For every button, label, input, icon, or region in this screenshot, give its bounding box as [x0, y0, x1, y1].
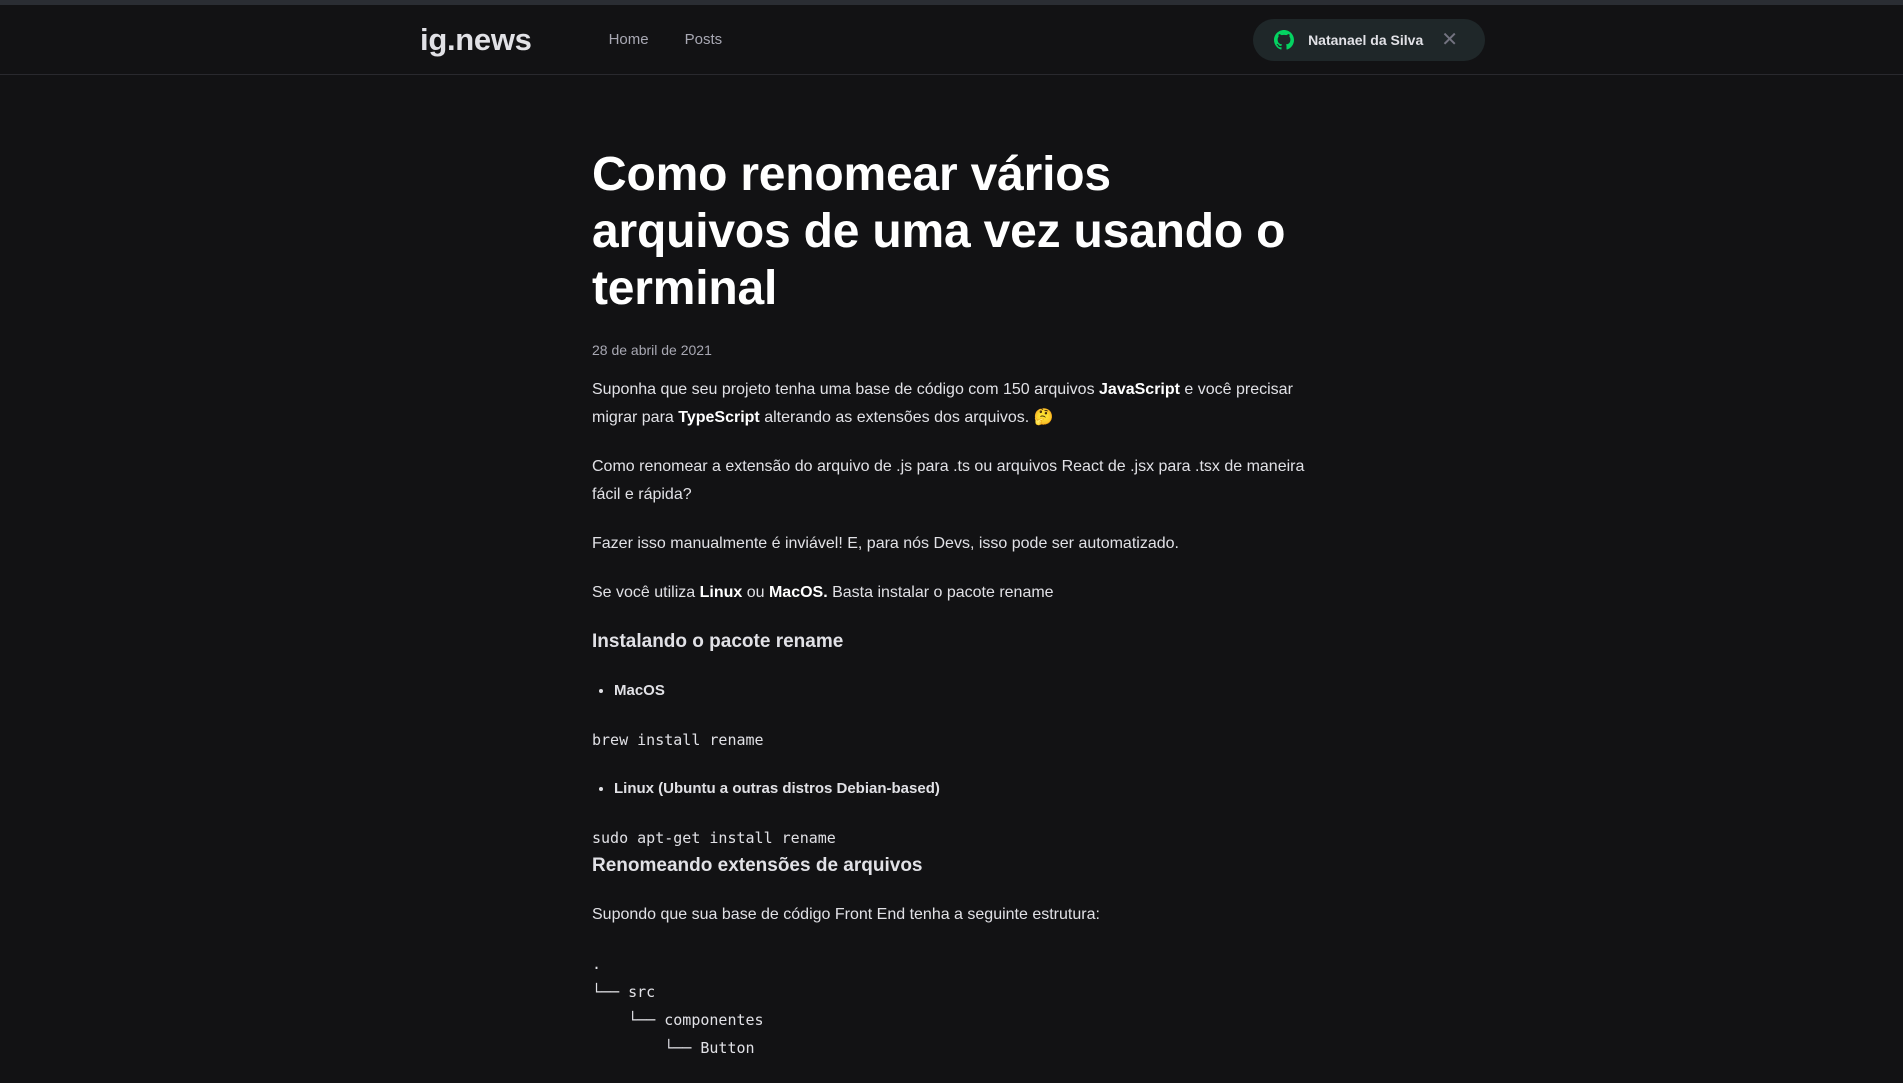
close-icon[interactable]: ✕	[1441, 30, 1458, 50]
nav-link-home[interactable]: Home	[609, 31, 649, 48]
list: Linux (Ubuntu a outras distros Debian-ba…	[592, 775, 1312, 803]
code-block: brew install rename	[592, 731, 764, 749]
paragraph: Supondo que sua base de código Front End…	[592, 906, 1100, 923]
paragraph: Como renomear a extensão do arquivo de .…	[592, 458, 1305, 503]
github-icon	[1274, 29, 1295, 50]
post-content: Suponha que seu projeto tenha uma base d…	[592, 376, 1312, 1062]
code-block: sudo apt-get install rename	[592, 829, 836, 847]
user-name: Natanael da Silva	[1308, 31, 1424, 48]
nav-link-posts[interactable]: Posts	[685, 31, 723, 48]
paragraph: Suponha que seu projeto tenha uma base d…	[592, 381, 1293, 426]
post-title: Como renomear vários arquivos de uma vez…	[592, 148, 1286, 315]
directory-tree: . └── src └── componentes └── Button	[592, 955, 764, 1057]
main-nav: Home Posts	[609, 31, 759, 48]
sign-in-button[interactable]: Natanael da Silva ✕	[1253, 18, 1485, 61]
section-heading: Renomeando extensões de arquivos	[592, 855, 923, 876]
post-article: Como renomear vários arquivos de uma vez…	[592, 140, 1312, 1083]
list-item: MacOS	[614, 677, 1312, 705]
section-heading: Instalando o pacote rename	[592, 631, 844, 652]
paragraph: Se você utiliza Linux ou MacOS. Basta in…	[592, 584, 1054, 601]
post-date: 28 de abril de 2021	[592, 342, 712, 358]
list-item: Linux (Ubuntu a outras distros Debian-ba…	[614, 775, 1312, 803]
list: MacOS	[592, 677, 1312, 705]
site-logo[interactable]: ig.news	[420, 22, 532, 58]
site-header: ig.news Home Posts Natanael da Silva ✕	[0, 5, 1903, 75]
paragraph: Fazer isso manualmente é inviável! E, pa…	[592, 535, 1179, 552]
